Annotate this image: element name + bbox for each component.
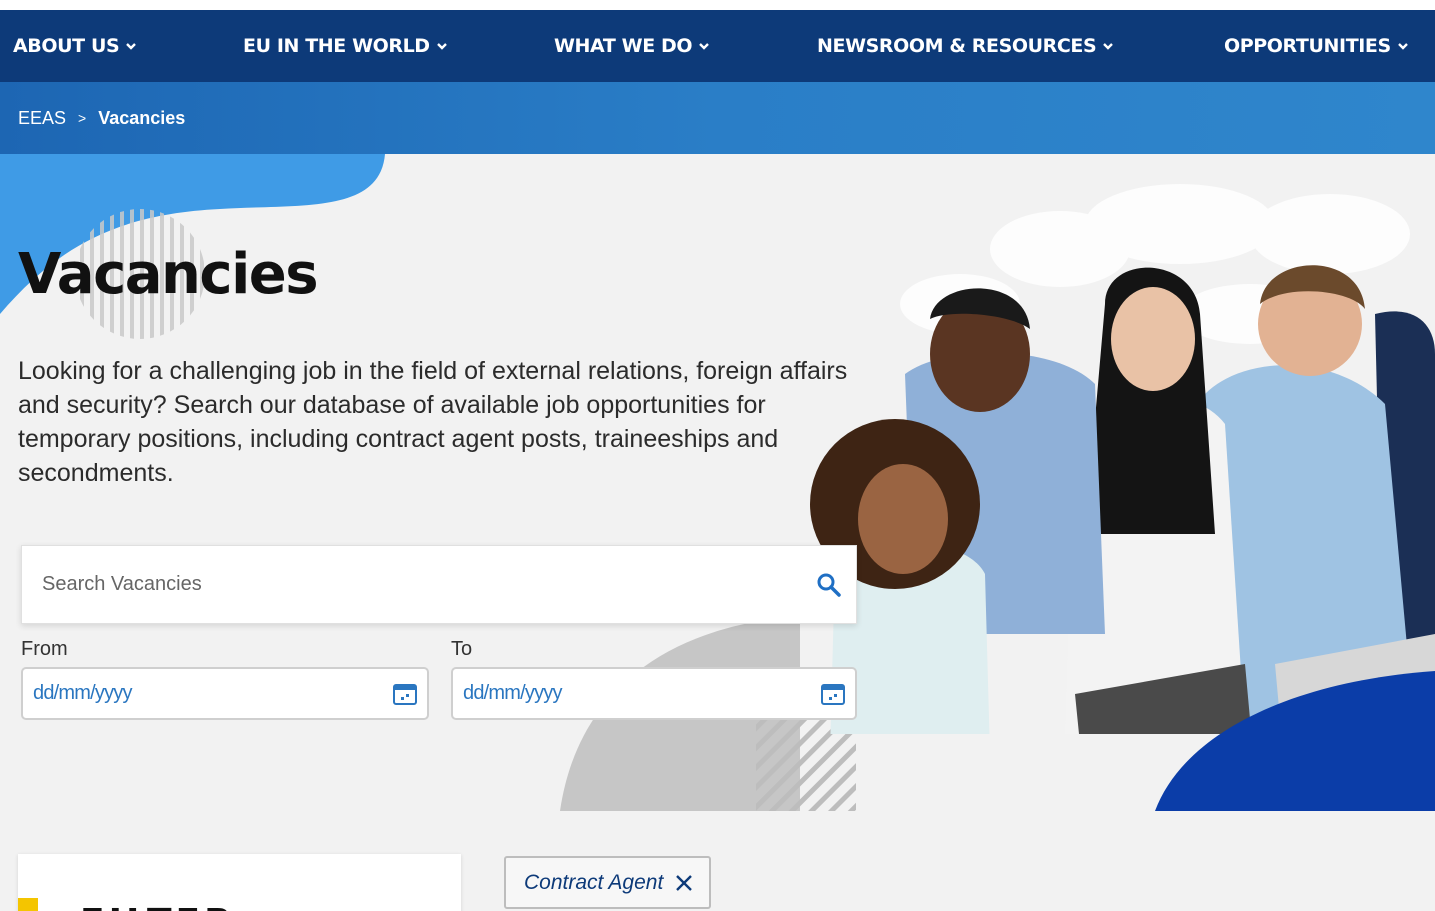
from-date-value: dd/mm/yyyy — [33, 682, 132, 704]
nav-item-eu-in-the-world[interactable]: EU IN THE WORLD — [243, 10, 448, 82]
chevron-down-icon — [699, 43, 709, 50]
to-date-value: dd/mm/yyyy — [463, 682, 562, 704]
chevron-down-icon — [126, 43, 137, 50]
nav-item-what-we-do[interactable]: WHAT WE DO — [554, 10, 710, 82]
active-filter-label: Contract Agent — [524, 870, 664, 894]
calendar-icon[interactable] — [821, 683, 845, 705]
hero-blob-decoration — [1155, 671, 1435, 811]
nav-item-label: EU IN THE WORLD — [243, 35, 430, 57]
to-date-label: To — [451, 638, 473, 660]
breadcrumb: EEAS > Vacancies — [18, 82, 185, 154]
breadcrumb-band: EEAS > Vacancies — [0, 82, 1435, 154]
chevron-down-icon — [436, 43, 447, 50]
close-icon[interactable] — [675, 874, 693, 892]
active-filter-tag[interactable]: Contract Agent — [504, 856, 711, 909]
nav-item-label: NEWSROOM & RESOURCES — [817, 35, 1097, 57]
nav-item-label: OPPORTUNITIES — [1224, 35, 1391, 57]
main-navigation: ABOUT US EU IN THE WORLD WHAT WE DO NEWS… — [0, 10, 1435, 82]
nav-item-opportunities[interactable]: OPPORTUNITIES — [1224, 10, 1409, 82]
from-date-field[interactable]: dd/mm/yyyy — [21, 667, 429, 720]
search-input[interactable] — [42, 573, 802, 596]
hero-section: Vacancies Looking for a challenging job … — [0, 154, 1435, 811]
page-title: Vacancies — [18, 242, 319, 307]
from-date-label: From — [21, 638, 68, 660]
nav-item-newsroom[interactable]: NEWSROOM & RESOURCES — [817, 10, 1114, 82]
breadcrumb-root-link[interactable]: EEAS — [18, 108, 66, 129]
breadcrumb-separator: > — [78, 110, 87, 126]
calendar-icon[interactable] — [393, 683, 417, 705]
chevron-down-icon — [1103, 43, 1114, 50]
chevron-down-icon — [1397, 43, 1408, 50]
group-photo-icon — [810, 265, 1435, 734]
nav-item-label: WHAT WE DO — [554, 35, 693, 57]
breadcrumb-current: Vacancies — [98, 107, 186, 128]
filter-panel: FILTER — [18, 854, 461, 911]
page-description: Looking for a challenging job in the fie… — [18, 357, 848, 487]
nav-item-label: ABOUT US — [13, 35, 120, 57]
to-date-field[interactable]: dd/mm/yyyy — [451, 667, 857, 720]
filter-accent-bar — [18, 898, 38, 911]
top-strip — [0, 0, 1435, 10]
filter-title: FILTER — [80, 902, 236, 911]
search-icon[interactable] — [816, 572, 842, 598]
search-box — [21, 545, 857, 624]
nav-item-about-us[interactable]: ABOUT US — [13, 10, 137, 82]
